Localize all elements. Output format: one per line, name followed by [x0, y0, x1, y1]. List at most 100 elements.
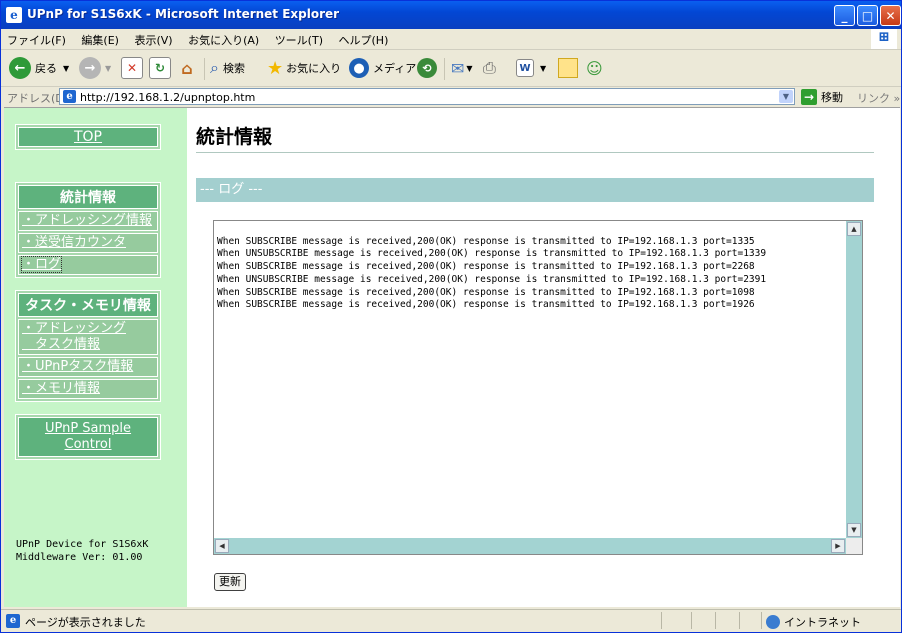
back-label: 戻る [35, 62, 57, 75]
address-bar: アドレス(D) e http://192.168.1.2/upnptop.htm… [1, 87, 901, 107]
back-button[interactable]: ← 戻る ▼ [9, 56, 69, 80]
media-label: メディア [373, 62, 417, 75]
forward-dropdown-icon[interactable]: ▼ [105, 64, 111, 73]
favorites-star-icon: ★ [267, 57, 284, 79]
history-button[interactable]: ⟲ [417, 56, 437, 80]
discuss-icon [558, 58, 578, 78]
device-info: UPnP Device for S1S6xK Middleware Ver: 0… [16, 538, 148, 564]
page-title: 統計情報 [196, 126, 273, 148]
messenger-button[interactable]: ☺ [586, 56, 603, 80]
media-globe-icon: ● [349, 58, 369, 78]
status-divider [739, 612, 740, 629]
menu-view[interactable]: 表示(V) [128, 29, 178, 48]
page-icon: e [63, 90, 76, 103]
top-link-cell: TOP [18, 127, 158, 147]
sidebar-item-upnp-task-info[interactable]: ・UPnPタスク情報 [18, 357, 158, 377]
log-line: When UNSUBSCRIBE message is received,200… [217, 248, 767, 260]
sample-control-cell: UPnP Sample Control [18, 417, 158, 457]
toolbar-separator [444, 58, 445, 80]
sample-control-box: UPnP Sample Control [15, 414, 161, 460]
log-textarea[interactable]: When SUBSCRIBE message is received,200(O… [213, 220, 863, 555]
middleware-version: Middleware Ver: 01.00 [16, 552, 143, 563]
menu-file[interactable]: ファイル(F) [1, 29, 72, 48]
windows-logo-icon: ⊞ [871, 29, 897, 49]
address-url[interactable]: http://192.168.1.2/upnptop.htm [80, 91, 255, 104]
print-button[interactable]: ⎙ [483, 56, 496, 80]
back-dropdown-icon[interactable]: ▼ [63, 64, 69, 73]
scrollbar-corner [846, 538, 862, 554]
title-bar[interactable]: e UPnP for S1S6xK - Microsoft Internet E… [1, 1, 901, 29]
refresh-toolbar-button[interactable]: ↻ [149, 56, 171, 80]
status-bar: e ページが表示されました イントラネット [1, 609, 901, 633]
minimize-button[interactable]: _ [834, 5, 855, 26]
address-dropdown-icon[interactable]: ▼ [779, 90, 793, 103]
stop-button[interactable]: ✕ [121, 56, 143, 80]
menu-favorites[interactable]: お気に入り(A) [182, 29, 265, 48]
ie-page-icon: e [6, 7, 22, 23]
go-button[interactable]: → 移動 [801, 89, 843, 105]
task-memory-menu-header: タスク・メモリ情報 [18, 293, 158, 317]
page-status-icon: e [6, 614, 20, 628]
edit-button[interactable]: W ▼ [516, 56, 546, 80]
sidebar-item-log-label[interactable]: ・ログ [20, 256, 63, 273]
log-line: When SUBSCRIBE message is received,200(O… [217, 299, 755, 311]
top-menu-box: TOP [15, 124, 161, 150]
scroll-down-icon[interactable]: ▼ [847, 523, 861, 537]
status-divider [715, 612, 716, 629]
stop-icon: ✕ [121, 57, 143, 79]
status-divider [661, 612, 662, 629]
discuss-button[interactable] [558, 56, 578, 80]
mail-dropdown-icon[interactable]: ▼ [466, 64, 472, 73]
refresh-button[interactable]: 更新 [214, 573, 246, 591]
menu-tools[interactable]: ツール(T) [269, 29, 329, 48]
print-icon: ⎙ [483, 58, 496, 77]
address-input[interactable]: e http://192.168.1.2/upnptop.htm ▼ [59, 88, 795, 105]
favorites-label: お気に入り [286, 62, 342, 75]
sample-link-line2[interactable]: Control [65, 437, 112, 452]
sample-link-line1[interactable]: UPnP Sample [45, 421, 131, 436]
search-button[interactable]: ⌕ 検索 [210, 56, 245, 80]
go-arrow-icon: → [801, 89, 817, 105]
home-button[interactable]: ⌂ [177, 56, 197, 80]
status-text: ページが表示されました [25, 616, 146, 629]
stats-menu-header: 統計情報 [18, 185, 158, 209]
mail-button[interactable]: ✉ ▼ [451, 56, 473, 80]
search-label: 検索 [222, 62, 245, 75]
scroll-left-icon[interactable]: ◀ [215, 539, 229, 553]
main-content: 統計情報 --- ログ --- When SUBSCRIBE message i… [196, 108, 874, 607]
media-button[interactable]: ● メディア [349, 56, 416, 80]
sidebar-item-addressing-info[interactable]: ・アドレッシング情報 [18, 211, 158, 231]
log-line: When UNSUBSCRIBE message is received,200… [217, 273, 767, 285]
sidebar-item-addressing-task-info[interactable]: ・アドレッシング タスク情報 [18, 319, 158, 355]
search-icon: ⌕ [210, 58, 219, 77]
sidebar-item-memory-info[interactable]: ・メモリ情報 [18, 379, 158, 399]
scroll-right-icon[interactable]: ▶ [831, 539, 845, 553]
messenger-icon: ☺ [586, 58, 603, 78]
scroll-up-icon[interactable]: ▲ [847, 222, 861, 236]
log-line: When SUBSCRIBE message is received,200(O… [217, 235, 755, 247]
menu-edit[interactable]: 編集(E) [75, 29, 125, 48]
sidebar-item-tx-rx-counter[interactable]: ・送受信カウンタ [18, 233, 158, 253]
forward-button[interactable]: → ▼ [79, 56, 111, 80]
favorites-button[interactable]: ★ お気に入り [267, 56, 341, 80]
window-title: UPnP for S1S6xK - Microsoft Internet Exp… [27, 7, 340, 21]
log-line: When SUBSCRIBE message is received,200(O… [217, 286, 755, 298]
links-button[interactable]: リンク » [857, 90, 900, 106]
zone-label: イントラネット [784, 616, 861, 629]
upnp-sample-control-link[interactable]: UPnP Sample Control [45, 421, 131, 452]
home-icon: ⌂ [181, 58, 193, 78]
sidebar-item-log[interactable]: ・ログ [18, 255, 158, 275]
page-viewport: TOP 統計情報 ・アドレッシング情報 ・送受信カウンタ ・ログ タスク・メモリ… [4, 107, 900, 607]
menu-help[interactable]: ヘルプ(H) [333, 29, 395, 48]
back-arrow-icon: ← [9, 57, 31, 79]
top-link[interactable]: TOP [74, 129, 102, 145]
security-zone: イントラネット [766, 614, 861, 630]
close-button[interactable]: ✕ [880, 5, 901, 26]
standard-toolbar: ← 戻る ▼ → ▼ ✕ ↻ ⌂ ⌕ 検索 ★ お気に入り ● メディア ⟲ ✉… [1, 50, 901, 87]
edit-dropdown-icon[interactable]: ▼ [540, 64, 546, 73]
edit-icon: W [516, 59, 534, 77]
menu-bar: ファイル(F) 編集(E) 表示(V) お気に入り(A) ツール(T) ヘルプ(… [1, 29, 901, 50]
vertical-scrollbar[interactable]: ▲ ▼ [846, 221, 862, 538]
maximize-button[interactable]: □ [857, 5, 878, 26]
horizontal-scrollbar[interactable]: ◀ ▶ [214, 538, 846, 554]
